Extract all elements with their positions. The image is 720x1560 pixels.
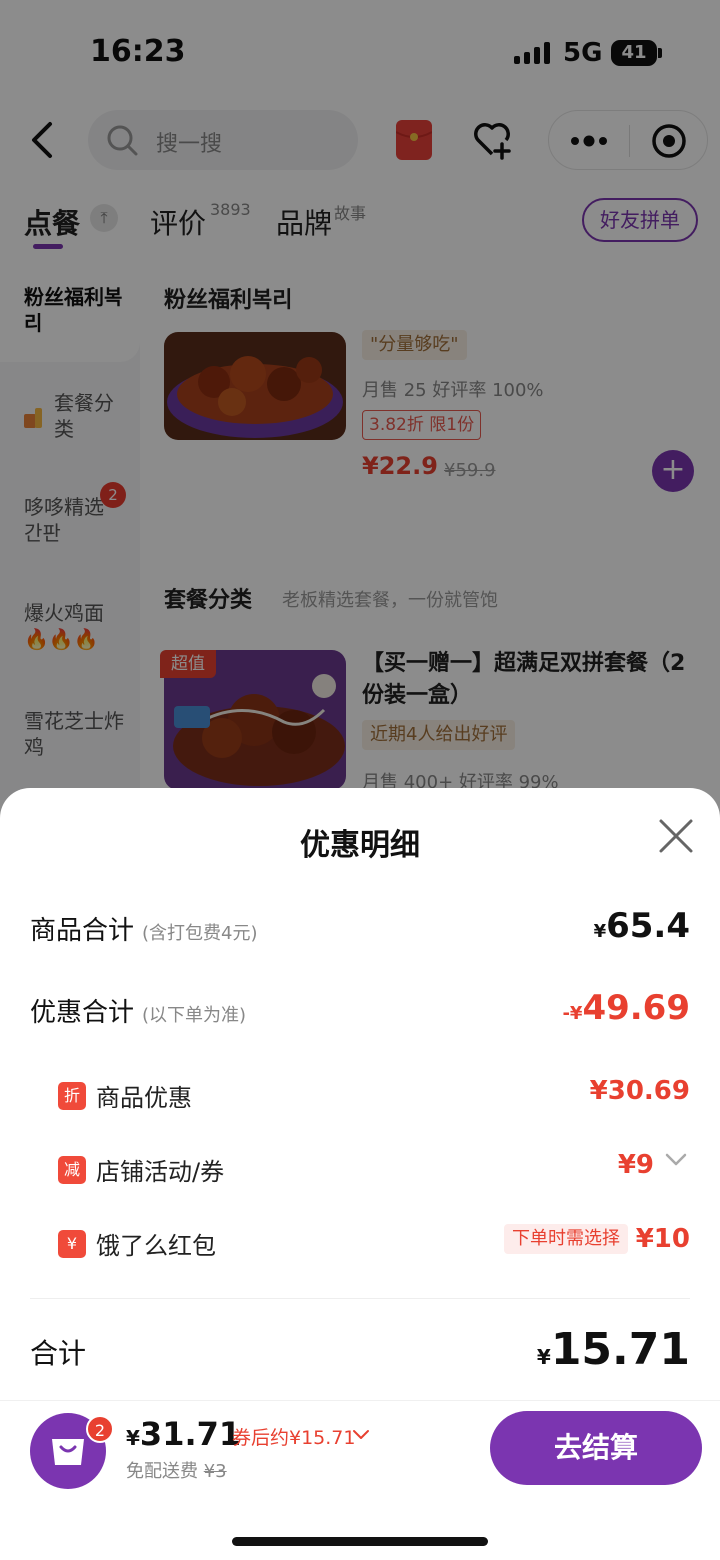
goods-discount-value: ¥30.69 bbox=[589, 1076, 690, 1106]
sheet-divider bbox=[30, 1298, 690, 1299]
delivery-fee-label: 免配送费 bbox=[126, 1461, 198, 1482]
total-amount: 15.71 bbox=[550, 1324, 690, 1375]
cart-price-amount: 31.71 bbox=[139, 1415, 242, 1453]
eleme-redpacket-icon: ¥ bbox=[58, 1230, 86, 1258]
close-icon[interactable] bbox=[658, 818, 694, 854]
discount-total-label: 优惠合计 bbox=[30, 998, 135, 1028]
store-promo-value[interactable]: ¥9 bbox=[618, 1150, 654, 1180]
home-indicator bbox=[232, 1537, 488, 1546]
goods-total-row: 商品合计 (含打包费4元) bbox=[30, 910, 258, 947]
goods-discount-label: 商品优惠 bbox=[96, 1084, 192, 1112]
eleme-redpacket-label: 饿了么红包 bbox=[96, 1232, 216, 1260]
delivery-fee-old: ¥3 bbox=[203, 1461, 227, 1482]
sheet-title: 优惠明细 bbox=[300, 828, 420, 863]
goods-total-amount: 65.4 bbox=[606, 906, 690, 946]
chevron-down-icon[interactable] bbox=[352, 1429, 370, 1441]
delivery-fee: 免配送费 ¥3 bbox=[126, 1457, 227, 1483]
shopping-bag-icon bbox=[52, 1439, 84, 1465]
checkout-bar: 2 ¥31.71 券后约¥15.71 免配送费 ¥3 去结算 bbox=[0, 1400, 720, 1560]
discount-total-row: 优惠合计 (以下单为准) bbox=[30, 992, 246, 1029]
discount-total-amount: 49.69 bbox=[582, 988, 690, 1028]
goods-discount-icon: 折 bbox=[58, 1082, 86, 1110]
discount-total-note: (以下单为准) bbox=[142, 1005, 247, 1026]
goods-total-label: 商品合计 bbox=[30, 916, 135, 946]
cart-count-badge: 2 bbox=[86, 1415, 114, 1443]
cart-price: ¥31.71 bbox=[126, 1415, 242, 1453]
store-promo-label[interactable]: 店铺活动/券 bbox=[96, 1152, 224, 1187]
after-coupon-price[interactable]: 券后约¥15.71 bbox=[232, 1423, 355, 1450]
store-promo-icon: 减 bbox=[58, 1156, 86, 1184]
total-label: 合计 bbox=[30, 1337, 87, 1370]
chevron-down-icon[interactable] bbox=[664, 1152, 688, 1168]
discount-total-value: -¥49.69 bbox=[562, 988, 690, 1028]
need-select-note: 下单时需选择 bbox=[504, 1224, 628, 1254]
goods-total-value: ¥65.4 bbox=[593, 906, 690, 946]
checkout-button[interactable]: 去结算 bbox=[490, 1411, 702, 1485]
total-value: ¥15.71 bbox=[536, 1324, 690, 1375]
eleme-redpacket-value: ¥10 bbox=[635, 1224, 690, 1254]
goods-total-note: (含打包费4元) bbox=[142, 923, 258, 944]
